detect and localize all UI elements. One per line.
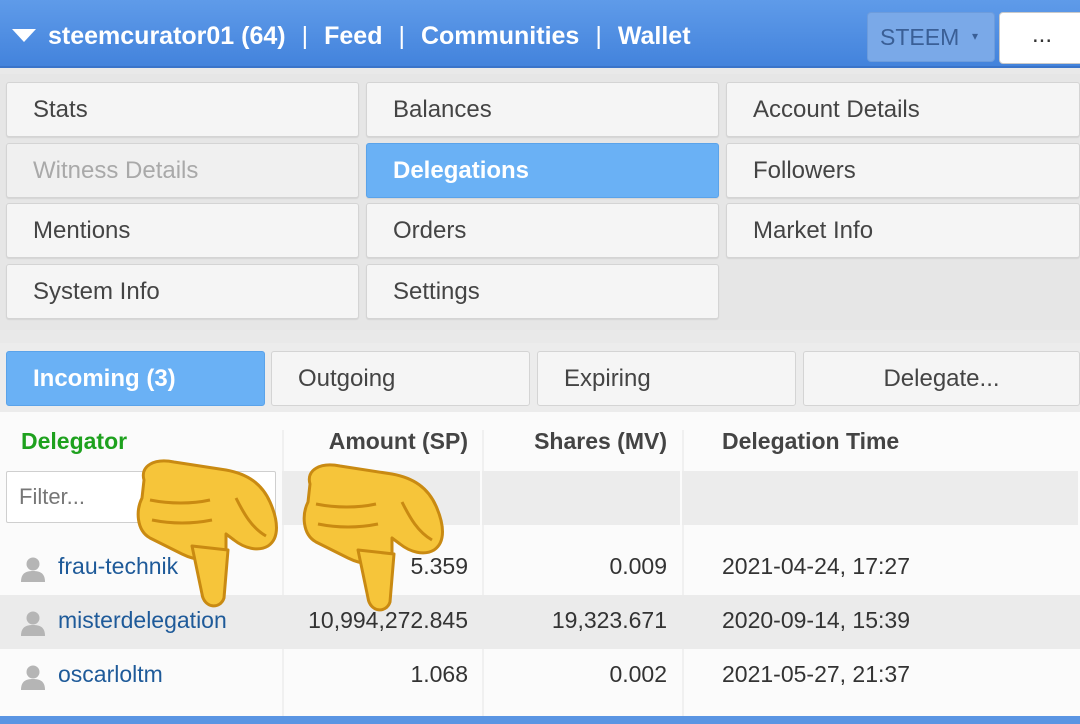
menu-system-info[interactable]: System Info xyxy=(6,264,359,319)
nav-separator: | xyxy=(398,21,405,50)
menu-delegations[interactable]: Delegations xyxy=(366,143,719,198)
shares-cell: 19,323.671 xyxy=(551,607,667,633)
filter-cell xyxy=(482,471,682,525)
top-header: steemcurator01 (64) | Feed | Communities… xyxy=(0,0,1080,68)
table-row: oscarloltm 1.068 0.002 2021-05-27, 21:37 xyxy=(0,649,1080,703)
menu-mentions[interactable]: Mentions xyxy=(6,203,359,258)
currency-select-value: STEEM xyxy=(880,23,960,50)
bottom-bar xyxy=(0,716,1080,724)
nav-feed[interactable]: Feed xyxy=(324,22,382,51)
shares-cell: 0.009 xyxy=(609,553,667,579)
user-icon xyxy=(21,557,45,582)
nav-communities[interactable]: Communities xyxy=(421,22,579,51)
pointing-down-hand-icon xyxy=(136,459,278,608)
menu-orders[interactable]: Orders xyxy=(366,203,719,258)
header-amount[interactable]: Amount (SP) xyxy=(290,428,468,458)
tab-expiring[interactable]: Expiring xyxy=(537,351,796,406)
menu-balances[interactable]: Balances xyxy=(366,82,719,137)
currency-select[interactable]: STEEM ▾ xyxy=(867,12,995,62)
header-shares[interactable]: Shares (MV) xyxy=(490,428,667,458)
nav-separator: | xyxy=(595,21,602,50)
select-arrow-icon: ▾ xyxy=(971,29,978,43)
time-cell: 2020-09-14, 15:39 xyxy=(722,607,910,633)
header-delegator[interactable]: Delegator xyxy=(21,428,127,458)
delegator-link[interactable]: oscarloltm xyxy=(58,661,163,691)
menu-account-details[interactable]: Account Details xyxy=(726,82,1080,137)
tab-incoming[interactable]: Incoming (3) xyxy=(6,351,265,406)
header-nav: steemcurator01 (64) | Feed | Communities… xyxy=(48,19,691,53)
menu-witness-details: Witness Details xyxy=(6,143,359,198)
delegate-button[interactable]: Delegate... xyxy=(803,351,1080,406)
amount-cell: 1.068 xyxy=(410,661,468,687)
menu-stats[interactable]: Stats xyxy=(6,82,359,137)
menu-settings[interactable]: Settings xyxy=(366,264,719,319)
pointing-down-hand-icon xyxy=(302,463,444,612)
time-cell: 2021-05-27, 21:37 xyxy=(722,661,910,687)
nav-wallet[interactable]: Wallet xyxy=(618,22,691,51)
menu-market-info[interactable]: Market Info xyxy=(726,203,1080,258)
tab-outgoing[interactable]: Outgoing xyxy=(271,351,530,406)
menu-panel: Stats Balances Account Details Witness D… xyxy=(0,74,1080,330)
user-icon xyxy=(21,611,45,636)
time-cell: 2021-04-24, 17:27 xyxy=(722,553,910,579)
shares-cell: 0.002 xyxy=(609,661,667,687)
user-icon xyxy=(21,665,45,690)
chevron-down-icon[interactable] xyxy=(12,29,36,42)
more-button[interactable]: ... xyxy=(999,12,1080,64)
menu-followers[interactable]: Followers xyxy=(726,143,1080,198)
account-link[interactable]: steemcurator01 (64) xyxy=(48,22,286,51)
filter-cell xyxy=(682,471,1080,525)
delegation-tabs: Incoming (3) Outgoing Expiring Delegate.… xyxy=(0,343,1080,412)
nav-separator: | xyxy=(301,21,309,50)
header-delegation-time[interactable]: Delegation Time xyxy=(722,428,899,458)
